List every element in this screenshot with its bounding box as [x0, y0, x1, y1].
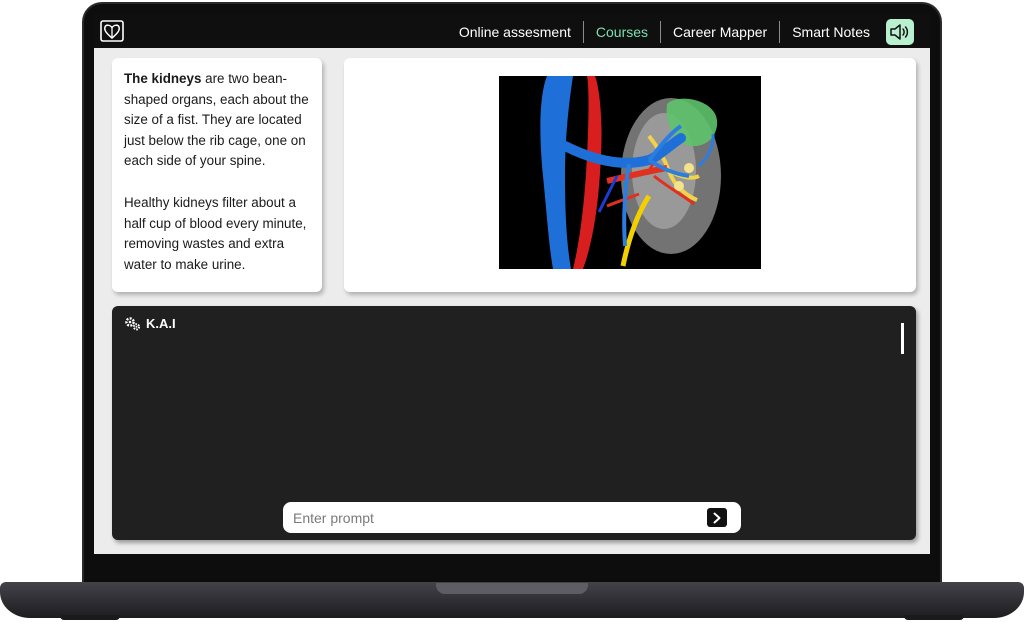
nav-career-mapper[interactable]: Career Mapper [661, 21, 779, 43]
lesson-paragraph: Healthy kidneys filter about a half cup … [124, 194, 307, 272]
speaker-button[interactable] [886, 19, 914, 45]
laptop-foot-right [904, 615, 964, 620]
illustration-card [344, 58, 916, 292]
prompt-input[interactable] [293, 506, 693, 529]
lesson-paragraph: The kidneys are two bean-shaped organs, … [124, 69, 312, 172]
course-content: The kidneys are two bean-shaped organs, … [94, 48, 930, 554]
top-navbar: Online assesment Courses Career Mapper S… [94, 14, 930, 48]
chevron-right-icon [713, 512, 721, 523]
prompt-box [283, 502, 741, 533]
speaker-sound-icon [890, 24, 909, 40]
laptop-notch [436, 583, 588, 594]
kai-title: K.A.I [146, 316, 176, 331]
scrollbar-thumb[interactable] [901, 323, 904, 354]
screen-bezel [94, 554, 930, 582]
lesson-text-card: The kidneys are two bean-shaped organs, … [112, 58, 322, 292]
nav-online-assesment[interactable]: Online assesment [447, 21, 583, 43]
kai-header: K.A.I [124, 316, 176, 331]
send-button[interactable] [707, 508, 727, 527]
lesson-term: The kidneys [124, 71, 202, 86]
laptop-foot-left [60, 615, 120, 620]
nav-smart-notes[interactable]: Smart Notes [780, 21, 882, 43]
heart-brain-logo-icon[interactable] [100, 20, 124, 42]
kai-assistant-panel: K.A.I [112, 306, 916, 540]
main-nav: Online assesment Courses Career Mapper S… [447, 19, 914, 45]
kidney-illustration [499, 76, 761, 269]
gears-icon [125, 317, 141, 331]
nav-courses[interactable]: Courses [584, 21, 660, 43]
app-screen: Online assesment Courses Career Mapper S… [94, 14, 930, 554]
